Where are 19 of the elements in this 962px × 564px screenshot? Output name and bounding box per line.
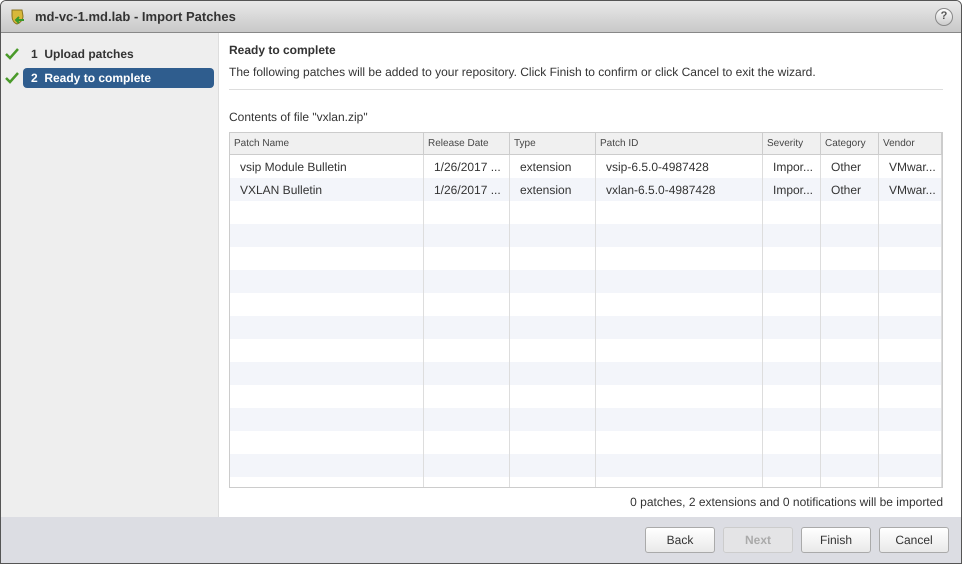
wizard-button[interactable]: Finish <box>801 527 871 553</box>
column-header[interactable]: Patch ID <box>596 133 763 154</box>
contents-label: Contents of file "vxlan.zip" <box>229 109 369 126</box>
shield-arrow-icon <box>9 8 27 26</box>
column-header[interactable]: Category <box>821 133 879 154</box>
help-button[interactable]: ? <box>935 8 953 26</box>
import-summary: 0 patches, 2 extensions and 0 notifications will be imported <box>630 494 943 511</box>
column-header[interactable]: Severity <box>763 133 821 154</box>
column-header[interactable]: Type <box>510 133 596 154</box>
column-header[interactable]: Patch Name <box>230 133 424 154</box>
wizard-step[interactable]: 1 Upload patches <box>23 44 214 64</box>
wizard-button[interactable]: Back <box>645 527 715 553</box>
window-title: md-vc-1.md.lab - Import Patches <box>35 8 236 26</box>
page-heading: Ready to complete <box>229 42 337 59</box>
wizard-step[interactable]: 2 Ready to complete <box>23 68 214 88</box>
column-header[interactable]: Vendor <box>879 133 942 154</box>
page-description: The following patches will be added to your repository. Click Finish to confirm or click Cancel to exit the wizard. <box>229 64 817 81</box>
column-header[interactable]: Release Date <box>424 133 510 154</box>
wizard-button[interactable]: Cancel <box>879 527 949 553</box>
